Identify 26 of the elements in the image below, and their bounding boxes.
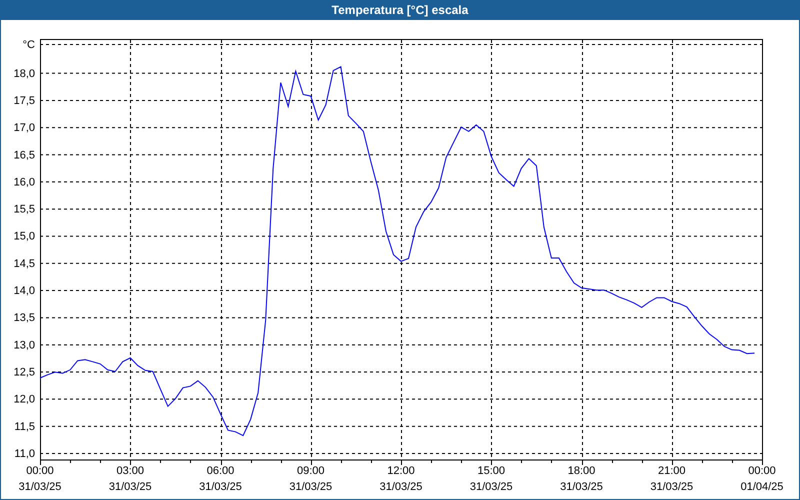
axis-label: 11,5 (14, 420, 35, 433)
axis-label: 14,5 (14, 258, 35, 270)
axis-label: 14,0 (14, 285, 35, 298)
axis-label: 18:00 31/03/25 (560, 465, 603, 493)
axis-label: 09:00 31/03/25 (289, 465, 332, 493)
axis-label: 15,0 (14, 230, 35, 243)
axis-label: 00:00 01/04/25 (740, 465, 784, 493)
axis-label: 06:00 31/03/25 (199, 465, 242, 493)
axis-label: 11,0 (14, 448, 35, 460)
axis-label: 16,0 (14, 176, 35, 188)
axis-label: 13,5 (14, 312, 35, 324)
axis-label: 21:00 31/03/25 (650, 465, 694, 493)
axis-label: 12:00 31/03/25 (380, 465, 422, 493)
window-title: Temperatura [°C] escala (332, 2, 468, 19)
axis-label: 17,0 (14, 122, 35, 134)
axis-label: 13,0 (14, 339, 35, 352)
axis-label: 17,5 (14, 94, 35, 107)
axis-label: 12,0 (14, 394, 35, 406)
axis-label: 16,5 (14, 149, 35, 162)
axis-label: 15:00 31/03/25 (470, 465, 513, 493)
axis-label: 18,0 (14, 68, 35, 80)
axis-label: 03:00 31/03/25 (108, 465, 152, 493)
axis-label: 12,5 (14, 366, 35, 379)
axis-label: 00:00 31/03/25 (18, 465, 62, 493)
axis-label: 15,5 (14, 204, 35, 216)
axis-title: °C (22, 39, 35, 51)
